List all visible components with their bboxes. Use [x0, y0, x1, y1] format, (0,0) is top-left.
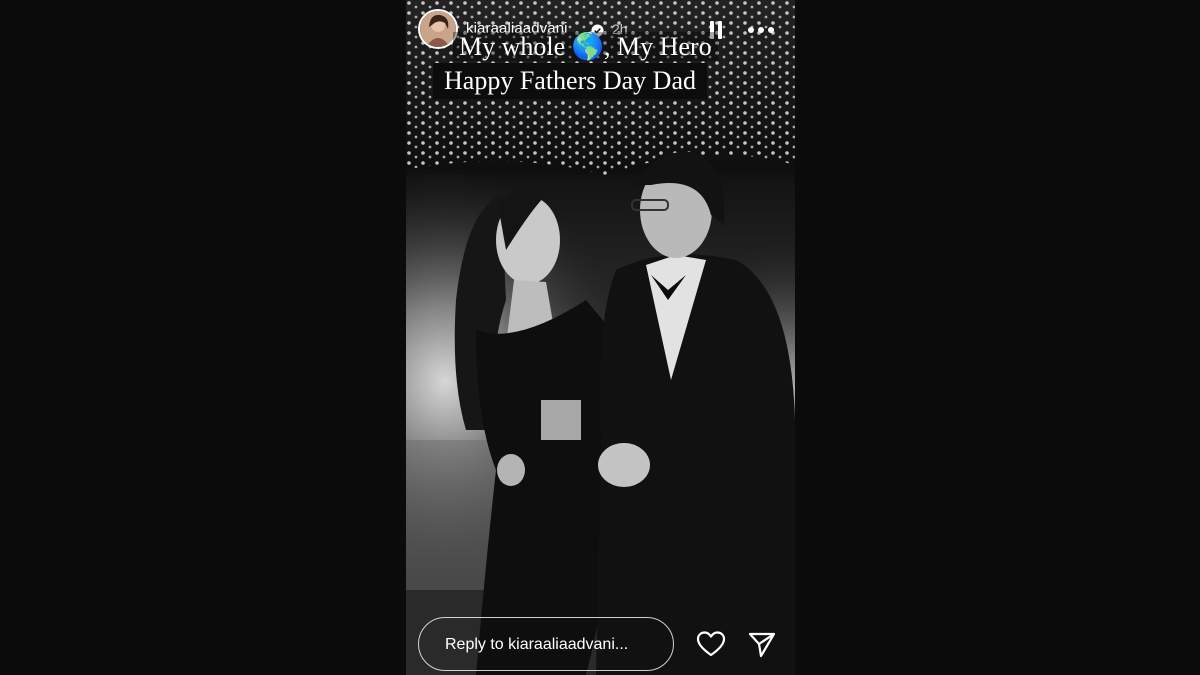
reply-placeholder: Reply to kiaraaliaadvani... [445, 636, 629, 653]
story-photo [406, 0, 795, 675]
reply-input[interactable]: Reply to kiaraaliaadvani... [418, 617, 674, 671]
send-icon[interactable] [747, 630, 777, 658]
story-viewer: kiaraaliaadvani 2h My whole 🌎, My Hero H… [406, 0, 795, 675]
caption-line-1: My whole 🌎, My Hero [453, 32, 718, 61]
heart-icon[interactable] [696, 630, 726, 658]
story-caption: My whole 🌎, My Hero Happy Fathers Day Da… [433, 30, 753, 99]
caption-line-2: Happy Fathers Day Dad [433, 63, 707, 99]
